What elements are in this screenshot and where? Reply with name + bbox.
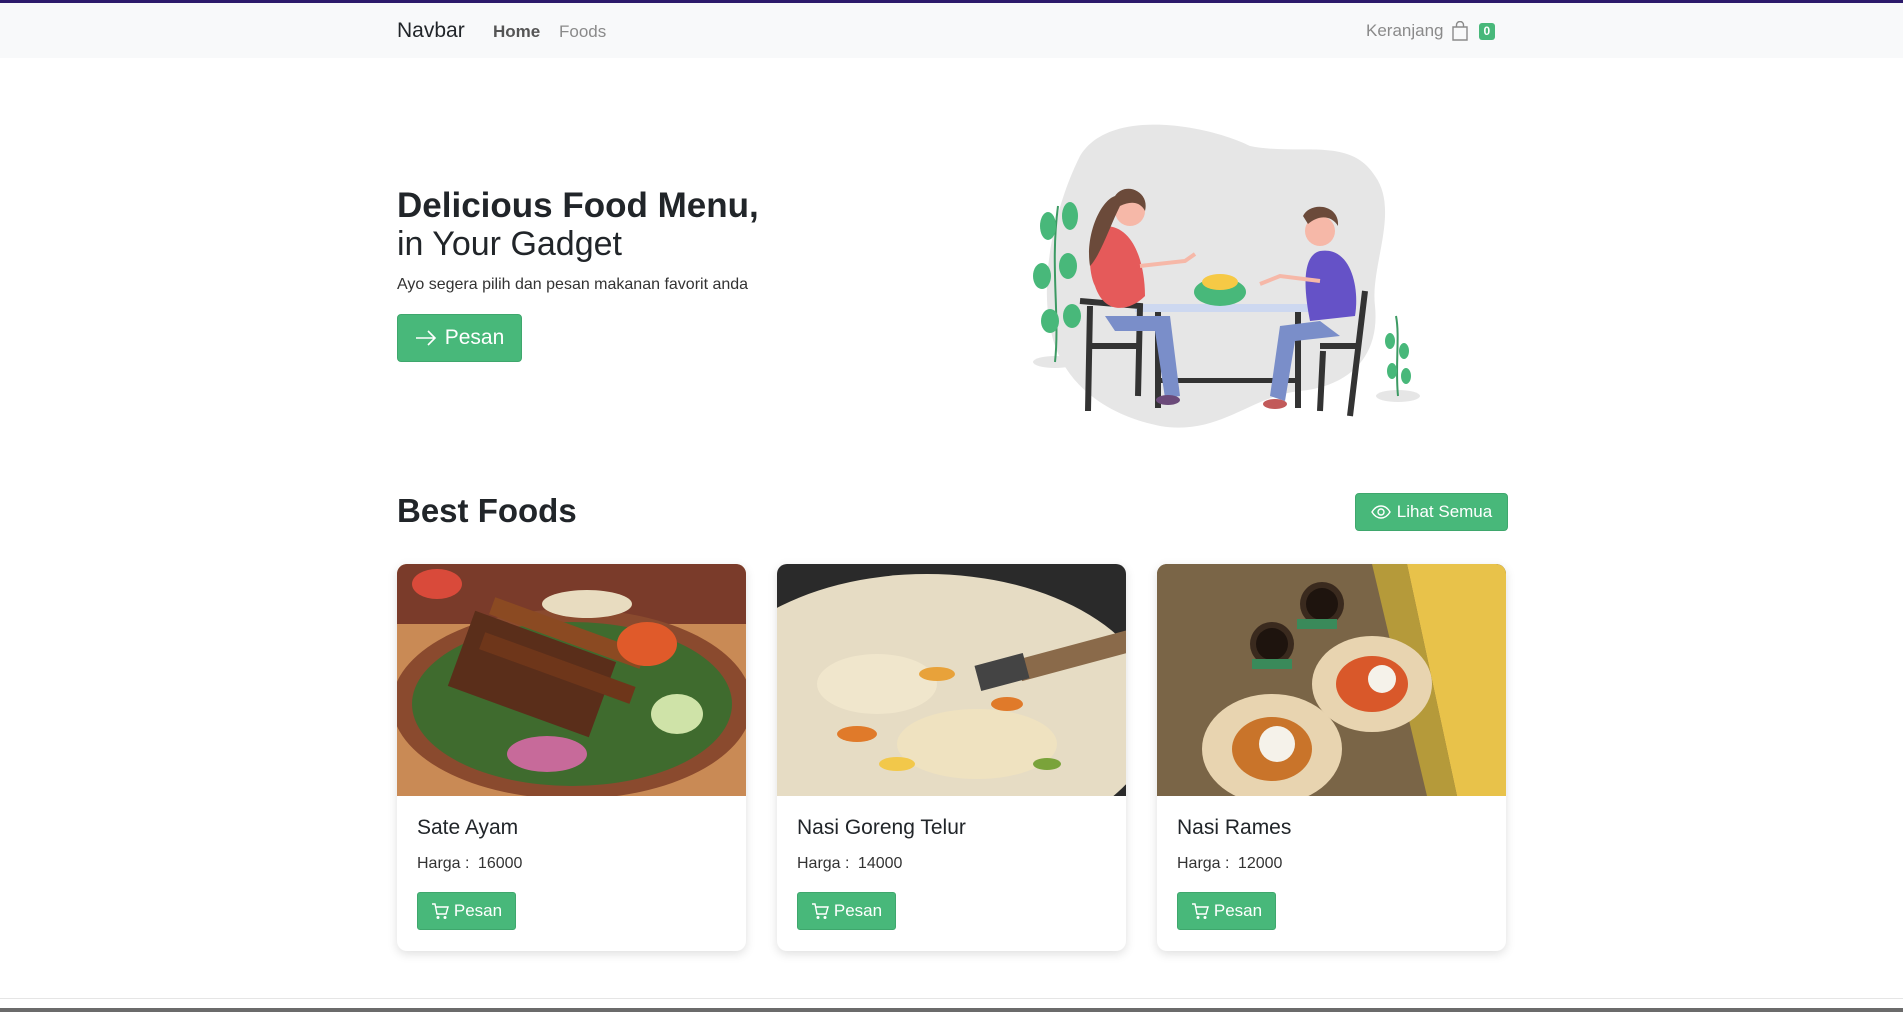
cart-link[interactable]: Keranjang 0 (1366, 21, 1496, 41)
hero-description: Ayo segera pilih dan pesan makanan favor… (397, 276, 749, 293)
hero-subtitle: in Your Gadget (397, 225, 622, 263)
order-button-nasi-rames[interactable]: Pesan (1177, 892, 1276, 930)
food-image-sate-ayam (397, 564, 746, 796)
hero-order-button[interactable]: Pesan (397, 314, 522, 362)
food-price-value: 12000 (1237, 855, 1283, 872)
bottom-bar (0, 1008, 1903, 1012)
food-price-label: Harga : (1177, 855, 1230, 872)
food-price-value: 16000 (477, 855, 523, 872)
food-price-label: Harga : (797, 855, 850, 872)
hero-title: Delicious Food Menu, (397, 186, 759, 225)
order-button-label: Pesan (833, 901, 883, 920)
food-price-label: Harga : (417, 855, 470, 872)
food-name: Nasi Goreng Telur (797, 816, 966, 839)
divider (0, 998, 1903, 999)
nav-link-home[interactable]: Home (493, 22, 540, 42)
cart-icon (811, 902, 829, 919)
food-price-value: 14000 (857, 855, 903, 872)
food-price: Harga : 16000 (417, 855, 522, 873)
order-button-label: Pesan (1213, 901, 1263, 920)
cart-icon (431, 902, 449, 919)
food-name: Nasi Rames (1177, 816, 1292, 839)
section-title-bold: Foods (477, 492, 577, 529)
navbar: Navbar Home Foods Keranjang 0 (0, 3, 1903, 58)
see-all-button[interactable]: Lihat Semua (1355, 493, 1508, 531)
cart-label: Keranjang (1366, 21, 1444, 40)
cart-icon (1191, 902, 1209, 919)
arrow-right-icon (415, 330, 436, 346)
food-image-nasi-goreng-telur (777, 564, 1126, 796)
eye-icon (1370, 505, 1391, 519)
food-card-sate-ayam: Sate Ayam Harga : 16000 Pesan (397, 564, 746, 951)
dining-couple-illustration (1033, 124, 1420, 428)
food-image-nasi-rames (1157, 564, 1506, 796)
section-title: Best Foods (397, 492, 577, 530)
order-button-nasi-goreng-telur[interactable]: Pesan (797, 892, 896, 930)
food-name: Sate Ayam (417, 816, 519, 839)
cart-count-badge: 0 (1478, 22, 1496, 40)
food-card-nasi-rames: Nasi Rames Harga : 12000 Pesan (1157, 564, 1506, 951)
bag-icon (1451, 21, 1468, 41)
see-all-label: Lihat Semua (1396, 502, 1493, 521)
hero-order-button-label: Pesan (444, 326, 505, 349)
order-button-sate-ayam[interactable]: Pesan (417, 892, 516, 930)
food-card-nasi-goreng-telur: Nasi Goreng Telur Harga : 14000 Pesan (777, 564, 1126, 951)
food-price: Harga : 12000 (1177, 855, 1282, 873)
navbar-brand[interactable]: Navbar (397, 19, 465, 43)
section-title-light: Best (397, 492, 469, 529)
food-price: Harga : 14000 (797, 855, 902, 873)
nav-link-foods[interactable]: Foods (559, 22, 606, 42)
order-button-label: Pesan (453, 901, 503, 920)
